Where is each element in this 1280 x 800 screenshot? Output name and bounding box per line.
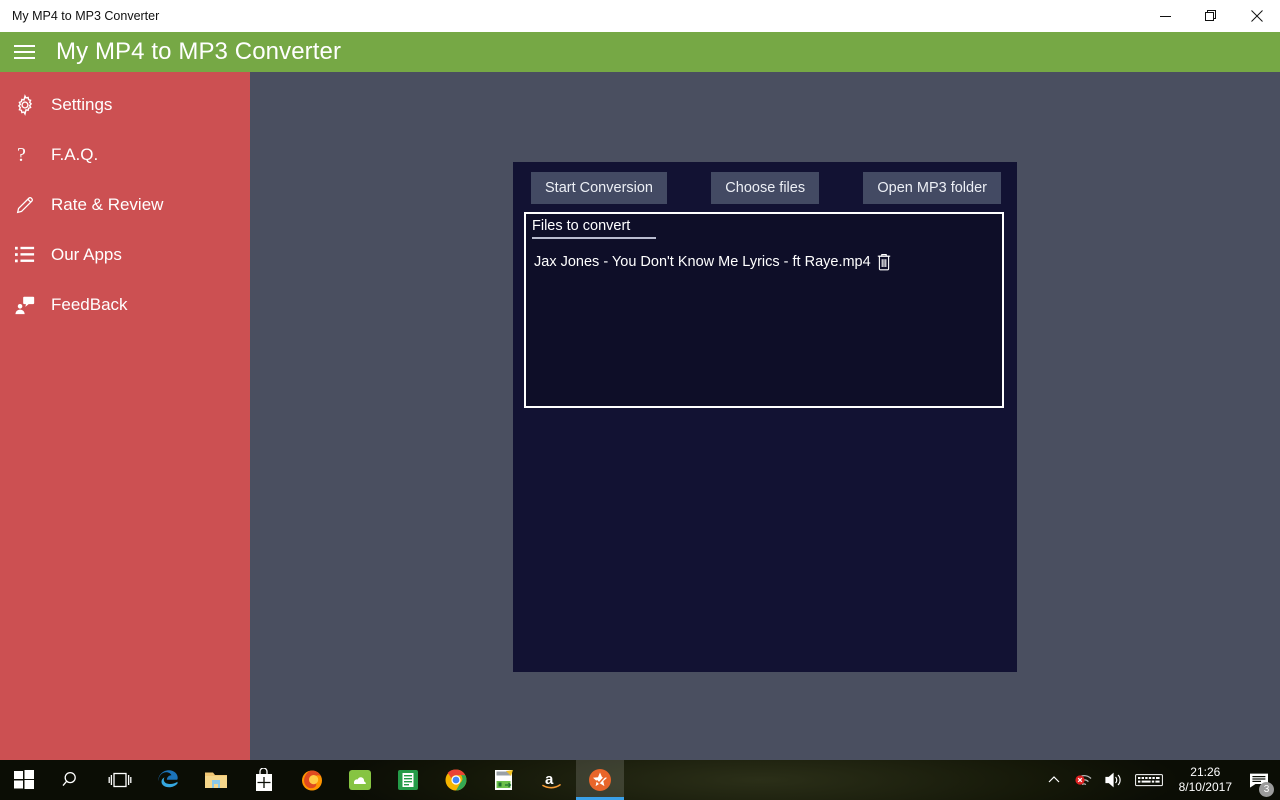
sidebar-item-our-apps[interactable]: Our Apps	[0, 230, 250, 280]
restore-button[interactable]	[1188, 0, 1234, 32]
window-titlebar: My MP4 to MP3 Converter	[0, 0, 1280, 32]
sidebar-item-label: Settings	[51, 95, 112, 115]
sidebar-item-faq[interactable]: ? F.A.Q.	[0, 130, 250, 180]
hamburger-menu-icon[interactable]	[0, 32, 48, 72]
start-button[interactable]	[0, 760, 48, 800]
sidebar-item-label: Our Apps	[51, 245, 122, 265]
task-view-icon[interactable]	[96, 760, 144, 800]
edge-icon[interactable]	[144, 760, 192, 800]
chrome-icon[interactable]	[432, 760, 480, 800]
trash-icon[interactable]	[877, 253, 891, 271]
gear-icon	[14, 90, 48, 120]
sidebar-item-label: Rate & Review	[51, 195, 163, 215]
taskbar: a	[0, 760, 1280, 800]
amazon-icon[interactable]: a	[528, 760, 576, 800]
speaker-icon[interactable]	[1099, 760, 1129, 800]
sidebar-item-rate-review[interactable]: Rate & Review	[0, 180, 250, 230]
clock[interactable]: 21:26 8/10/2017	[1169, 760, 1242, 800]
notification-icon[interactable]: 3	[1242, 760, 1276, 800]
converter-panel: Start Conversion Choose files Open MP3 f…	[513, 162, 1017, 672]
sidebar-item-label: FeedBack	[51, 295, 128, 315]
pencil-icon	[14, 190, 48, 220]
system-tray: 21:26 8/10/2017 3	[1039, 760, 1280, 800]
sidebar-item-feedback[interactable]: FeedBack	[0, 280, 250, 330]
sidebar-item-label: F.A.Q.	[51, 145, 98, 165]
main-content: Start Conversion Choose files Open MP3 f…	[250, 72, 1280, 760]
close-button[interactable]	[1234, 0, 1280, 32]
firefox-icon[interactable]	[288, 760, 336, 800]
notification-count-badge: 3	[1259, 782, 1274, 797]
list-icon	[14, 240, 48, 270]
search-icon[interactable]	[48, 760, 96, 800]
notes-icon[interactable]	[384, 760, 432, 800]
folder-icon[interactable]	[192, 760, 240, 800]
chevron-up-icon[interactable]	[1039, 760, 1069, 800]
app-header: My MP4 to MP3 Converter	[0, 32, 1280, 72]
minimize-button[interactable]	[1142, 0, 1188, 32]
keyboard-icon[interactable]	[1129, 760, 1169, 800]
files-to-convert-listbox[interactable]: Files to convert Jax Jones - You Don't K…	[524, 212, 1004, 408]
choose-files-button[interactable]: Choose files	[711, 172, 819, 204]
window-title: My MP4 to MP3 Converter	[12, 9, 159, 23]
files-to-convert-label: Files to convert	[532, 218, 656, 239]
editor-icon[interactable]	[480, 760, 528, 800]
list-item[interactable]: Jax Jones - You Don't Know Me Lyrics - f…	[534, 253, 891, 271]
svg-text:a: a	[545, 771, 554, 788]
network-disconnected-icon[interactable]	[1069, 760, 1099, 800]
window-controls	[1142, 0, 1280, 32]
app-title: My MP4 to MP3 Converter	[56, 38, 341, 66]
open-mp3-folder-button[interactable]: Open MP3 folder	[863, 172, 1001, 204]
cloud-icon[interactable]	[336, 760, 384, 800]
screen: My MP4 to MP3 Converter My M	[0, 0, 1280, 800]
store-bag-icon[interactable]	[240, 760, 288, 800]
converter-icon[interactable]	[576, 760, 624, 800]
clock-time: 21:26	[1179, 765, 1232, 780]
sidebar: Settings ? F.A.Q. Rate & Review	[0, 72, 250, 760]
start-conversion-button[interactable]: Start Conversion	[531, 172, 667, 204]
sidebar-item-settings[interactable]: Settings	[0, 80, 250, 130]
question-mark-icon: ?	[14, 140, 48, 170]
file-name-label: Jax Jones - You Don't Know Me Lyrics - f…	[534, 254, 871, 270]
action-button-row: Start Conversion Choose files Open MP3 f…	[531, 172, 1001, 204]
clock-date: 8/10/2017	[1179, 780, 1232, 795]
feedback-person-icon	[14, 290, 48, 320]
